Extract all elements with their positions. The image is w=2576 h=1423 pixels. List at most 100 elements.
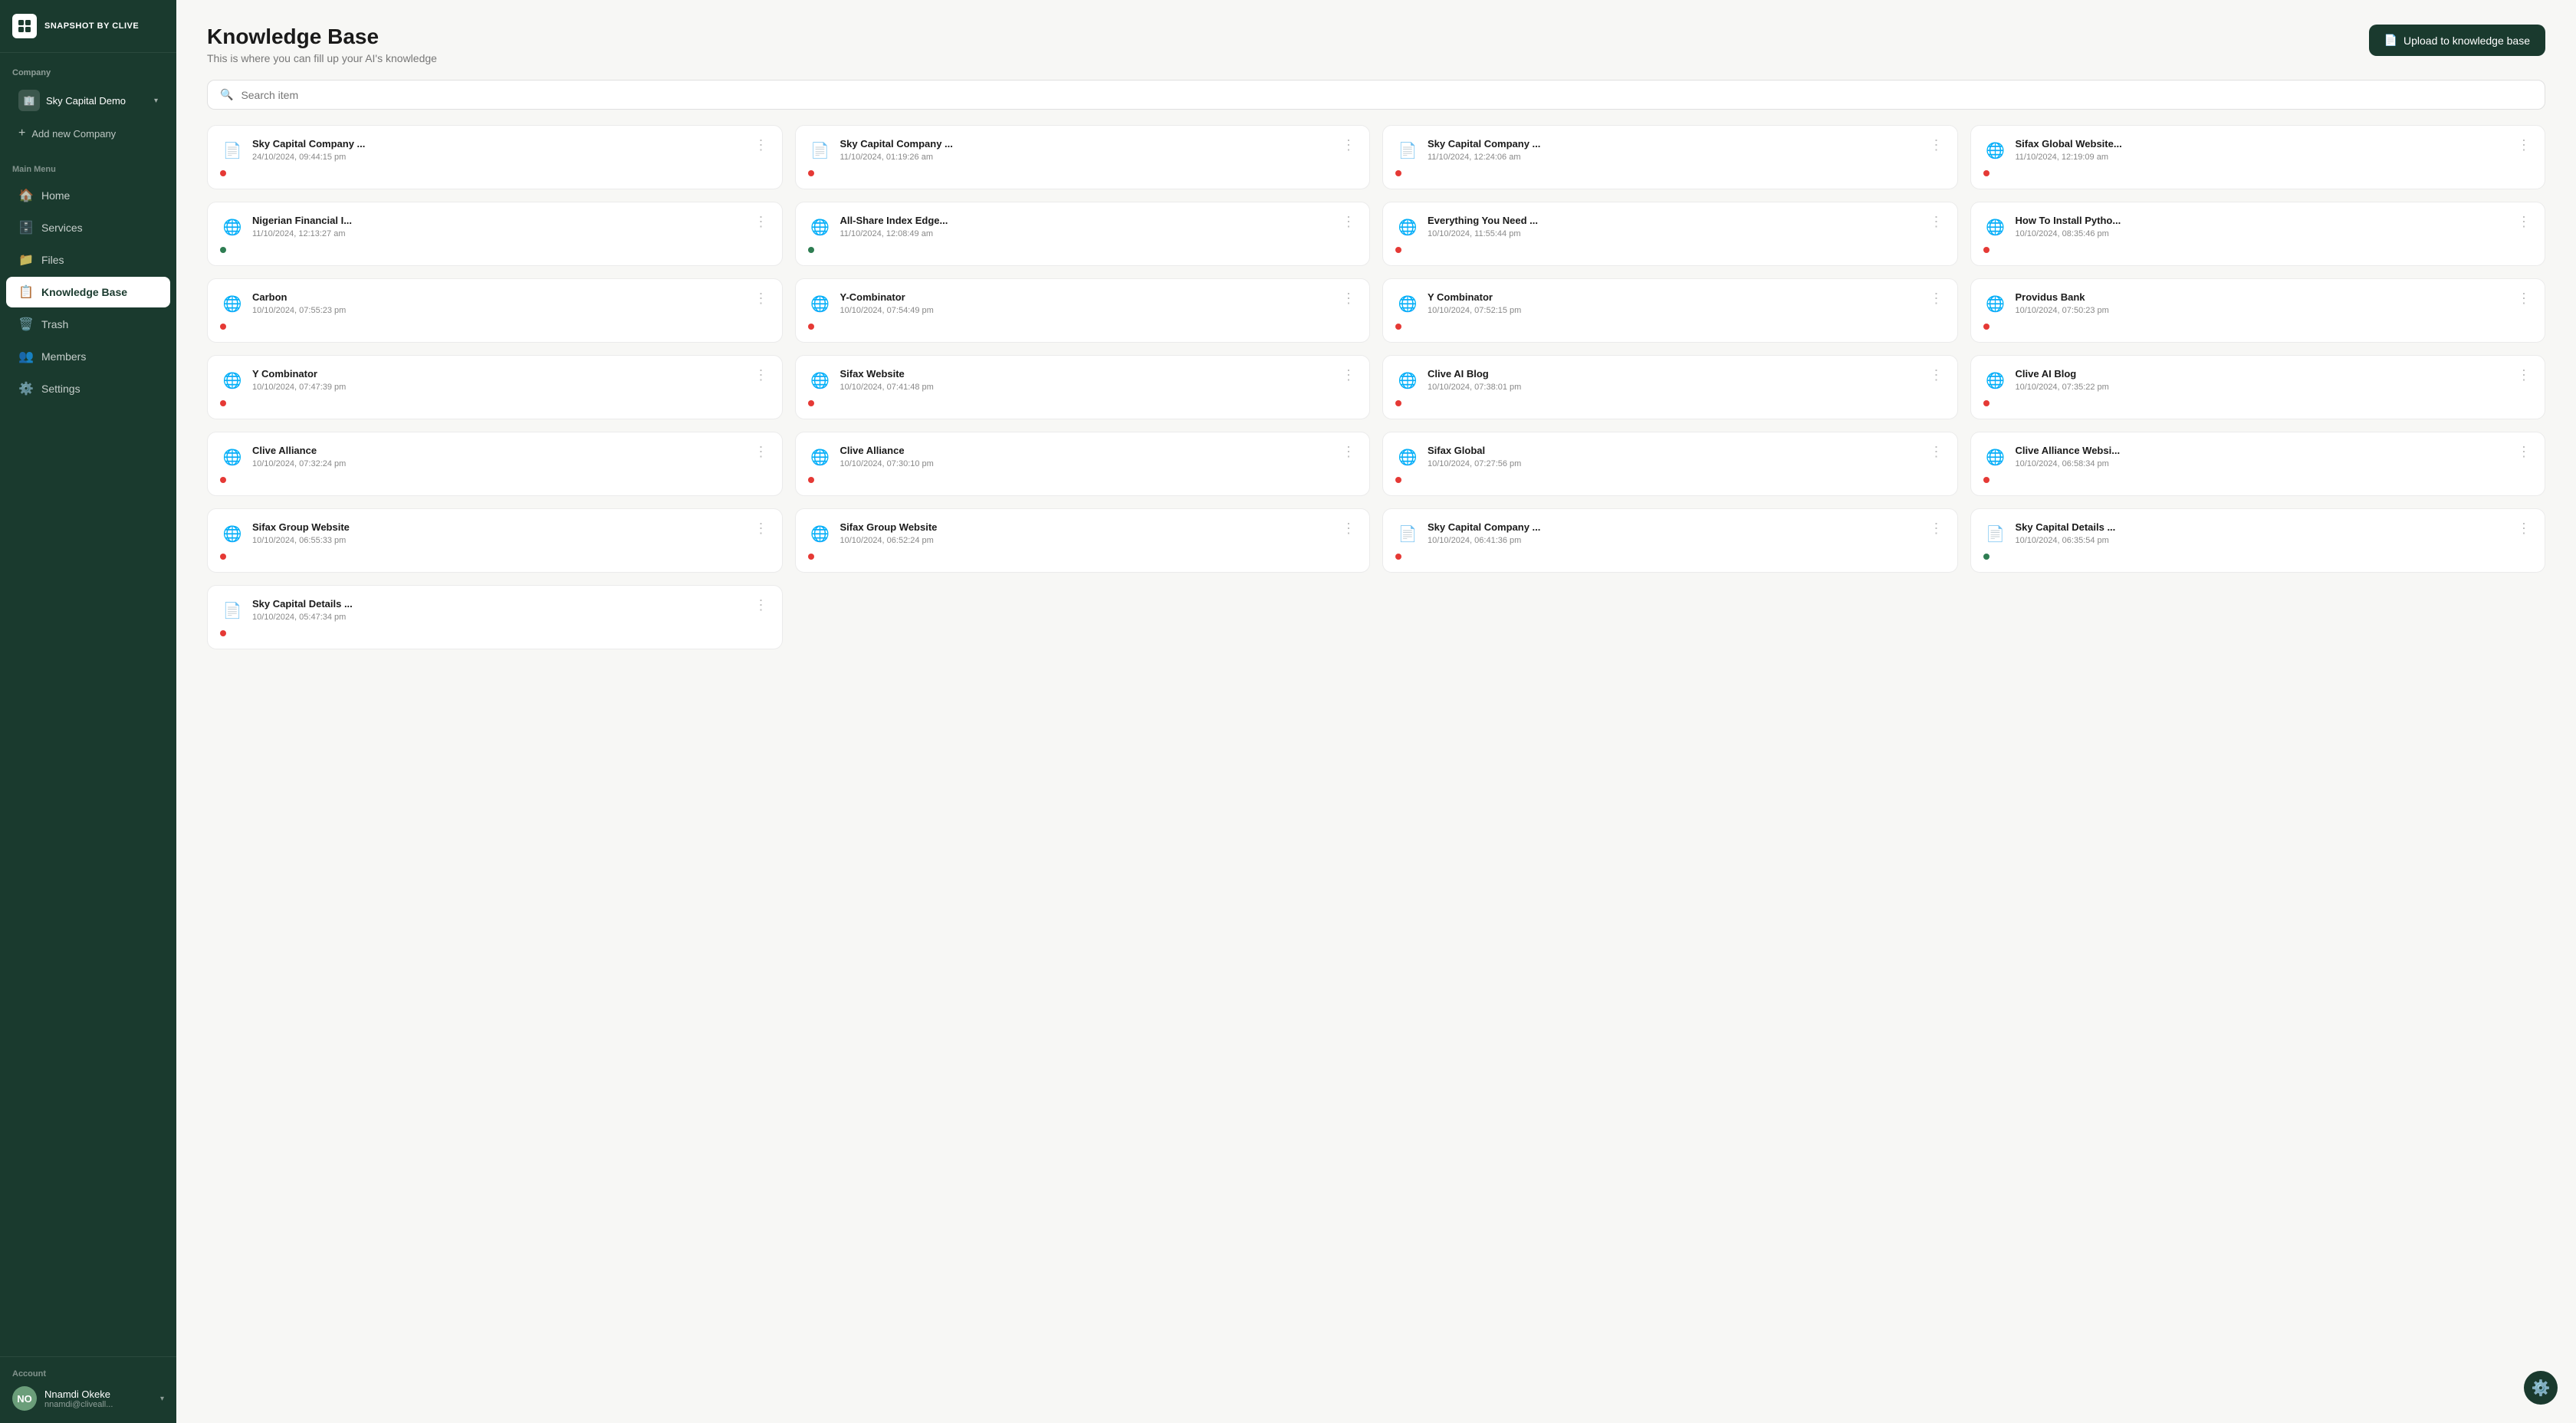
file-type-icon: 🌐 [1395,291,1420,316]
user-profile[interactable]: NO Nnamdi Okeke nnamdi@cliveall... ▾ [12,1386,164,1411]
more-options-button[interactable]: ⋮ [1928,138,1945,152]
more-options-button[interactable]: ⋮ [753,138,770,152]
table-row[interactable]: 🌐 Nigerian Financial I... 11/10/2024, 12… [207,202,783,266]
more-options-button[interactable]: ⋮ [1928,291,1945,305]
web-icon: 🌐 [810,524,830,544]
table-row[interactable]: 🌐 Y Combinator 10/10/2024, 07:47:39 pm ⋮ [207,355,783,419]
status-dot [808,324,814,330]
web-icon: 🌐 [223,448,242,467]
more-options-button[interactable]: ⋮ [1340,138,1357,152]
card-title: Clive Alliance Websi... [2016,445,2121,458]
settings-fab-button[interactable]: ⚙️ [2524,1371,2558,1405]
card-title: Y Combinator [252,368,346,381]
more-options-button[interactable]: ⋮ [2515,215,2532,228]
table-row[interactable]: 🌐 Carbon 10/10/2024, 07:55:23 pm ⋮ [207,278,783,343]
card-info: Carbon 10/10/2024, 07:55:23 pm [252,291,346,315]
search-input[interactable] [241,89,2532,101]
knowledge-grid-container: 📄 Sky Capital Company ... 24/10/2024, 09… [176,125,2576,1423]
table-row[interactable]: 🌐 Sifax Website 10/10/2024, 07:41:48 pm … [795,355,1371,419]
table-row[interactable]: 🌐 Clive Alliance Websi... 10/10/2024, 06… [1970,432,2546,496]
more-options-button[interactable]: ⋮ [1340,521,1357,535]
search-section: 🔍 [176,80,2576,125]
app-name: SNAPSHOT BY CLIVE [44,21,139,31]
table-row[interactable]: 🌐 Providus Bank 10/10/2024, 07:50:23 pm … [1970,278,2546,343]
status-dot [1395,554,1401,560]
more-options-button[interactable]: ⋮ [753,445,770,458]
file-type-icon: 🌐 [220,291,245,316]
table-row[interactable]: 🌐 Clive Alliance 10/10/2024, 07:32:24 pm… [207,432,783,496]
more-options-button[interactable]: ⋮ [2515,368,2532,382]
upload-button[interactable]: 📄 Upload to knowledge base [2369,25,2545,56]
card-title: Sifax Group Website [252,521,350,534]
more-options-button[interactable]: ⋮ [2515,445,2532,458]
account-label: Account [12,1369,164,1379]
table-row[interactable]: 📄 Sky Capital Company ... 11/10/2024, 12… [1382,125,1958,189]
table-row[interactable]: 📄 Sky Capital Details ... 10/10/2024, 06… [1970,508,2546,573]
table-row[interactable]: 🌐 Sifax Group Website 10/10/2024, 06:55:… [207,508,783,573]
main-nav: 🏠 Home 🗄️ Services 📁 Files 📋 Knowledge B… [0,179,176,406]
home-icon: 🏠 [18,188,34,203]
more-options-button[interactable]: ⋮ [753,368,770,382]
more-options-button[interactable]: ⋮ [2515,138,2532,152]
more-options-button[interactable]: ⋮ [1928,368,1945,382]
more-options-button[interactable]: ⋮ [753,291,770,305]
status-dot [808,170,814,176]
file-type-icon: 🌐 [220,445,245,469]
table-row[interactable]: 🌐 Sifax Global 10/10/2024, 07:27:56 pm ⋮ [1382,432,1958,496]
sidebar-item-home[interactable]: 🏠 Home [6,180,170,211]
table-row[interactable]: 🌐 Y-Combinator 10/10/2024, 07:54:49 pm ⋮ [795,278,1371,343]
status-dot [1395,247,1401,253]
web-icon: 🌐 [1986,448,2005,467]
sidebar-item-members[interactable]: 👥 Members [6,341,170,372]
sidebar-item-services[interactable]: 🗄️ Services [6,212,170,243]
more-options-button[interactable]: ⋮ [1340,445,1357,458]
sidebar-item-settings[interactable]: ⚙️ Settings [6,373,170,404]
table-row[interactable]: 📄 Sky Capital Company ... 24/10/2024, 09… [207,125,783,189]
more-options-button[interactable]: ⋮ [2515,291,2532,305]
sidebar-footer: Account NO Nnamdi Okeke nnamdi@cliveall.… [0,1356,176,1423]
add-company-button[interactable]: + Add new Company [6,120,170,146]
file-type-icon: 🌐 [1983,291,2008,316]
card-info: Sky Capital Details ... 10/10/2024, 06:3… [2016,521,2116,545]
more-options-button[interactable]: ⋮ [1928,215,1945,228]
card-date: 10/10/2024, 05:47:34 pm [252,613,353,622]
status-dot [220,630,226,636]
web-icon: 🌐 [223,371,242,390]
more-options-button[interactable]: ⋮ [753,521,770,535]
table-row[interactable]: 📄 Sky Capital Company ... 10/10/2024, 06… [1382,508,1958,573]
card-date: 10/10/2024, 07:55:23 pm [252,306,346,315]
more-options-button[interactable]: ⋮ [1340,291,1357,305]
more-options-button[interactable]: ⋮ [1928,521,1945,535]
table-row[interactable]: 🌐 Y Combinator 10/10/2024, 07:52:15 pm ⋮ [1382,278,1958,343]
status-dot [808,554,814,560]
files-icon: 📁 [18,252,34,268]
table-row[interactable]: 🌐 Clive AI Blog 10/10/2024, 07:35:22 pm … [1970,355,2546,419]
sidebar: SNAPSHOT BY CLIVE Company 🏢 Sky Capital … [0,0,176,1423]
table-row[interactable]: 📄 Sky Capital Details ... 10/10/2024, 05… [207,585,783,649]
table-row[interactable]: 🌐 Sifax Global Website... 11/10/2024, 12… [1970,125,2546,189]
more-options-button[interactable]: ⋮ [1928,445,1945,458]
pdf-icon: 📄 [1398,141,1418,160]
table-row[interactable]: 🌐 Clive Alliance 10/10/2024, 07:30:10 pm… [795,432,1371,496]
more-options-button[interactable]: ⋮ [1340,368,1357,382]
card-date: 10/10/2024, 07:35:22 pm [2016,383,2109,392]
pdf-icon: 📄 [810,141,830,160]
more-options-button[interactable]: ⋮ [2515,521,2532,535]
company-selector[interactable]: 🏢 Sky Capital Demo ▾ [6,84,170,117]
table-row[interactable]: 📄 Sky Capital Company ... 11/10/2024, 01… [795,125,1371,189]
table-row[interactable]: 🌐 How To Install Pytho... 10/10/2024, 08… [1970,202,2546,266]
card-info: Clive Alliance Websi... 10/10/2024, 06:5… [2016,445,2121,468]
sidebar-item-label: Home [41,189,70,202]
sidebar-item-trash[interactable]: 🗑️ Trash [6,309,170,340]
more-options-button[interactable]: ⋮ [753,215,770,228]
sidebar-item-knowledge-base[interactable]: 📋 Knowledge Base [6,277,170,307]
table-row[interactable]: 🌐 All-Share Index Edge... 11/10/2024, 12… [795,202,1371,266]
more-options-button[interactable]: ⋮ [753,598,770,612]
table-row[interactable]: 🌐 Sifax Group Website 10/10/2024, 06:52:… [795,508,1371,573]
app-logo: SNAPSHOT BY CLIVE [0,0,176,53]
more-options-button[interactable]: ⋮ [1340,215,1357,228]
table-row[interactable]: 🌐 Everything You Need ... 10/10/2024, 11… [1382,202,1958,266]
table-row[interactable]: 🌐 Clive AI Blog 10/10/2024, 07:38:01 pm … [1382,355,1958,419]
members-icon: 👥 [18,349,34,364]
sidebar-item-files[interactable]: 📁 Files [6,245,170,275]
